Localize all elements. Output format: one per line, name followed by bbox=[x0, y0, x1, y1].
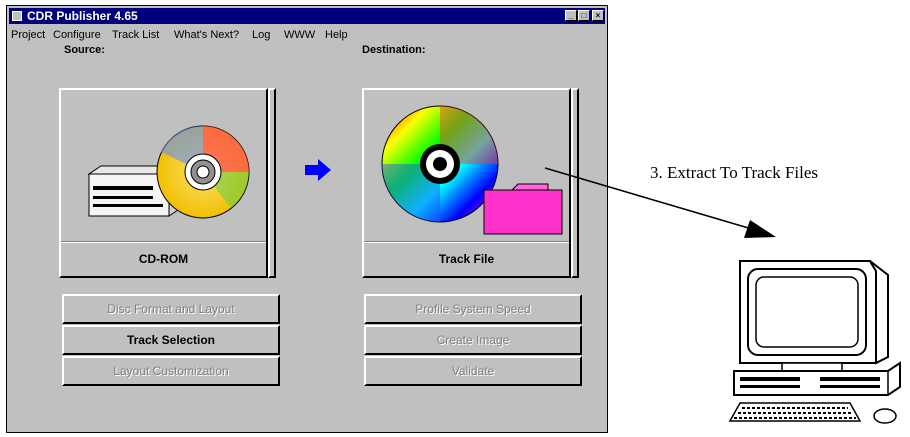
layout-customization-button[interactable]: Layout Customization bbox=[62, 356, 280, 386]
maximize-button[interactable]: □ bbox=[578, 10, 590, 21]
window-title: CDR Publisher 4.65 bbox=[27, 9, 138, 23]
menu-www[interactable]: WWW bbox=[284, 27, 315, 43]
source-scroll-strip[interactable] bbox=[268, 88, 276, 278]
destination-device-label: Track File bbox=[364, 241, 569, 276]
destination-device-button[interactable]: Track File bbox=[362, 88, 571, 278]
close-button[interactable]: × bbox=[592, 10, 604, 21]
profile-system-speed-button[interactable]: Profile System Speed bbox=[364, 294, 582, 324]
source-device-label: CD-ROM bbox=[61, 241, 266, 276]
minimize-button[interactable]: _ bbox=[565, 10, 577, 21]
disc-format-layout-button[interactable]: Disc Format and Layout bbox=[62, 294, 280, 324]
menu-whats-next[interactable]: What's Next? bbox=[174, 27, 239, 43]
menu-help[interactable]: Help bbox=[325, 27, 348, 43]
source-label: Source: bbox=[64, 44, 105, 56]
cdrom-drive-icon bbox=[87, 125, 250, 219]
track-file-icon bbox=[381, 105, 563, 235]
title-bar[interactable]: CDR Publisher 4.65 _ □ × bbox=[9, 8, 605, 24]
menu-project[interactable]: Project bbox=[11, 27, 45, 43]
menu-log[interactable]: Log bbox=[252, 27, 270, 43]
menu-track-list[interactable]: Track List bbox=[112, 27, 159, 43]
destination-scroll-strip[interactable] bbox=[571, 88, 579, 278]
desktop-computer-icon bbox=[728, 260, 901, 424]
menu-bar: Project Configure Track List What's Next… bbox=[11, 27, 603, 43]
right-arrow-icon bbox=[305, 159, 331, 181]
menu-configure[interactable]: Configure bbox=[53, 27, 101, 43]
annotation-text: 3. Extract To Track Files bbox=[650, 163, 819, 182]
track-selection-button[interactable]: Track Selection bbox=[62, 325, 280, 355]
app-window: CDR Publisher 4.65 _ □ × Project Configu… bbox=[6, 5, 608, 433]
destination-label: Destination: bbox=[362, 44, 426, 56]
validate-button[interactable]: Validate bbox=[364, 356, 582, 386]
app-icon[interactable] bbox=[12, 11, 22, 21]
source-device-button[interactable]: CD-ROM bbox=[59, 88, 268, 278]
create-image-button[interactable]: Create Image bbox=[364, 325, 582, 355]
